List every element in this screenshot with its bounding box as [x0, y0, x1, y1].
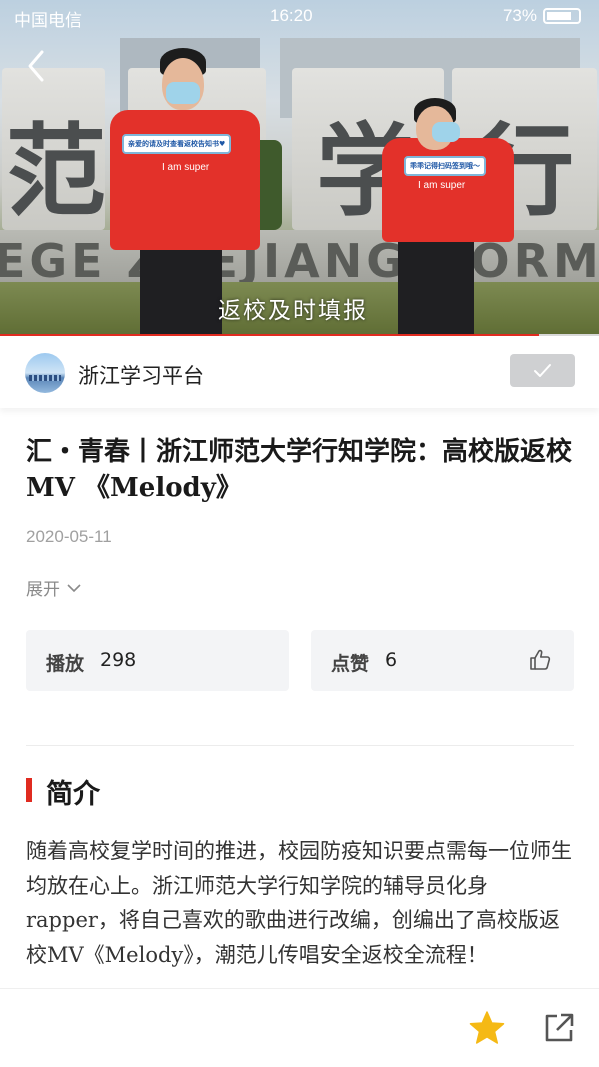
video-player[interactable]: 范 学 行 EGE ZHEJIANG NORMAL I am super 亲爱的… — [0, 0, 599, 336]
status-right: 73% — [503, 6, 581, 26]
clock: 16:20 — [270, 6, 313, 25]
carrier-label: 中国电信 — [14, 11, 82, 30]
plays-value: 298 — [100, 649, 137, 671]
likes-stat[interactable]: 点赞 6 — [311, 630, 574, 691]
channel-row: 浙江学习平台 — [0, 338, 599, 408]
battery-percent: 73% — [502, 6, 537, 25]
expand-toggle[interactable]: 展开 — [26, 575, 82, 600]
shirt-text: I am super — [418, 180, 466, 191]
section-accent-bar — [26, 778, 32, 802]
person-right: I am super 乖乖记得扫码签到哦～ — [380, 98, 530, 336]
expand-label: 展开 — [26, 580, 60, 600]
bottom-action-bar — [0, 988, 599, 1067]
section-divider — [26, 745, 574, 746]
battery-icon — [543, 8, 581, 24]
shirt-text: I am super — [162, 162, 210, 173]
star-icon[interactable] — [468, 1010, 506, 1046]
channel-avatar[interactable] — [25, 353, 65, 393]
likes-value: 6 — [385, 649, 398, 671]
back-arrow-icon — [28, 50, 44, 82]
status-bar: 中国电信 16:20 73% — [0, 0, 599, 32]
share-icon[interactable] — [543, 1012, 575, 1044]
checkmark-icon — [534, 364, 551, 377]
intro-heading: 简介 — [46, 779, 100, 810]
intro-text: 随着高校复学时间的推进，校园防疫知识要点需每一位师生均放在心上。浙江师范大学行知… — [26, 839, 572, 967]
video-caption: 返校及时填报 — [218, 298, 368, 324]
plays-stat: 播放 298 — [26, 630, 289, 691]
channel-name[interactable]: 浙江学习平台 — [78, 360, 204, 390]
plays-label: 播放 — [46, 653, 85, 675]
likes-label: 点赞 — [331, 653, 370, 675]
subscribed-button[interactable] — [510, 354, 575, 387]
thumbs-up-icon[interactable] — [529, 648, 553, 672]
video-progress-fill — [0, 334, 540, 336]
stone-block: 范 — [2, 68, 106, 230]
article-title: 汇・青春丨浙江师范大学行知学院：高校版返校MV 《Melody》 — [26, 437, 573, 503]
sign-right: 乖乖记得扫码签到哦～ — [404, 156, 486, 176]
sign-left: 亲爱的请及时查看返校告知书♥ — [122, 134, 232, 154]
video-progress-bar[interactable] — [0, 334, 599, 336]
back-button[interactable] — [22, 46, 52, 86]
publish-date: 2020-05-11 — [26, 527, 112, 546]
chevron-down-icon — [67, 583, 81, 592]
